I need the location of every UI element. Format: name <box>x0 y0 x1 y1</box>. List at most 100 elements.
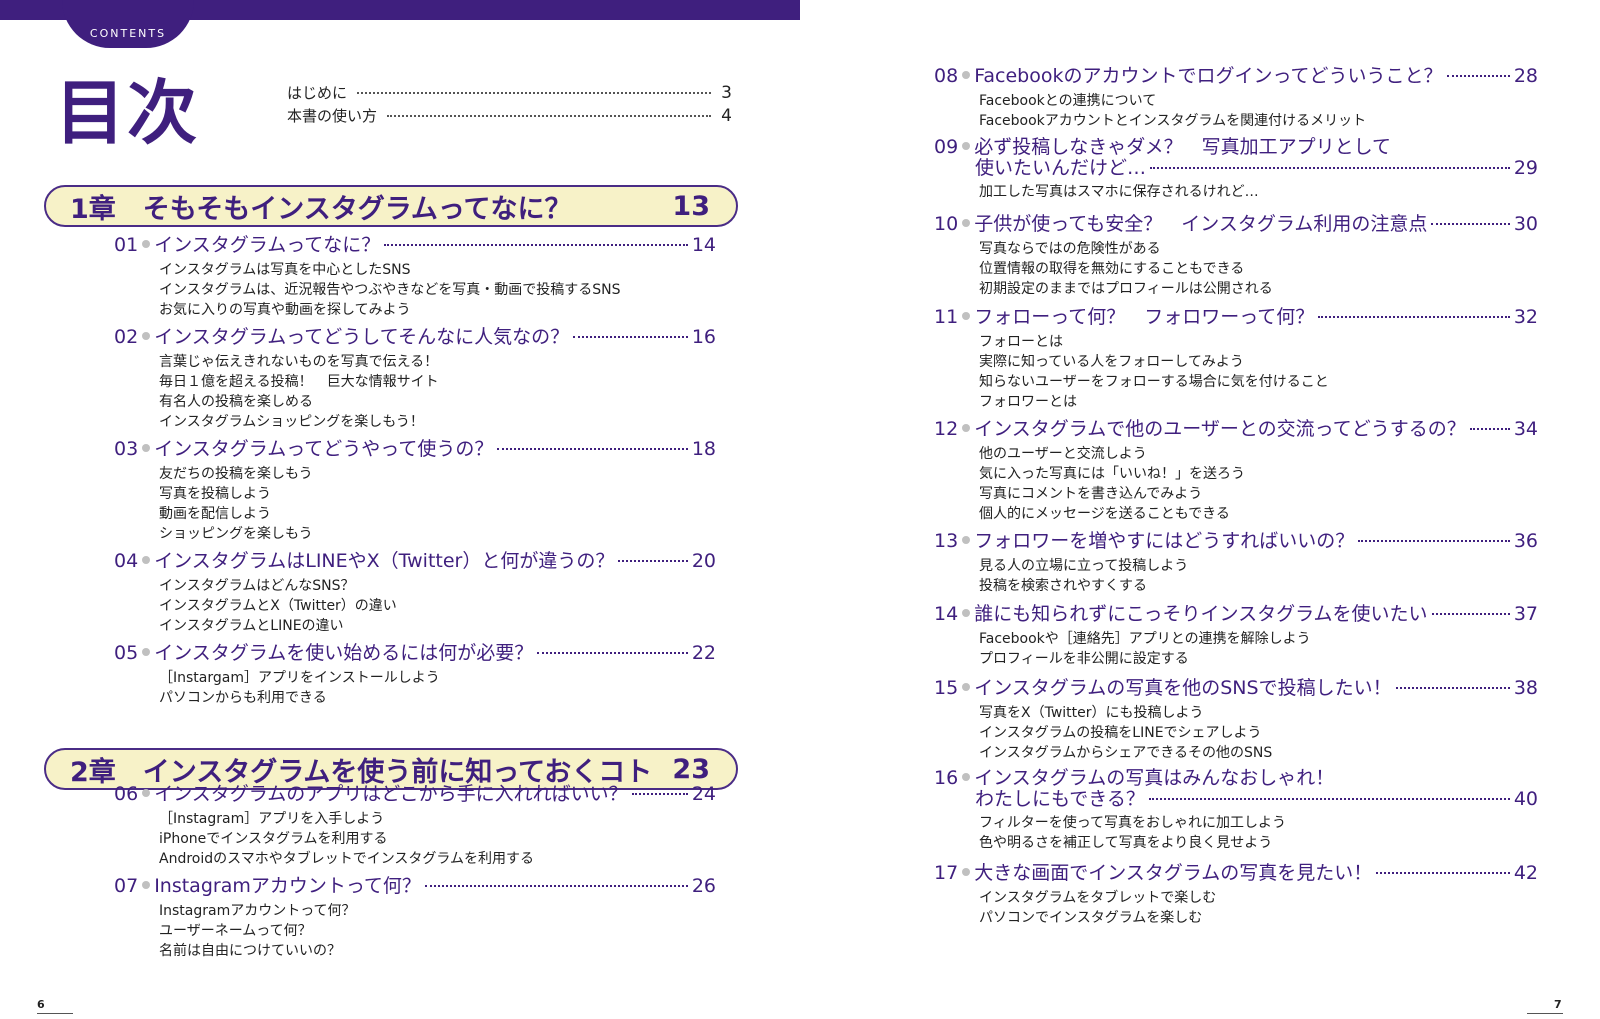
subtopic-item: Instagramアカウントって何？ <box>159 903 356 919</box>
section-title: フォローって何？ フォロワーって何？ <box>974 306 1315 328</box>
section-title: Facebookのアカウントでログインってどういうこと？ <box>974 65 1443 87</box>
subtopic-item: 有名人の投稿を楽しめる <box>159 394 313 410</box>
subtopic-item: 投稿を検索されやすくする <box>979 578 1147 594</box>
subtopic-item: インスタグラムからシェアできるその他のSNS <box>979 745 1273 761</box>
section-page: 20 <box>691 550 716 572</box>
bullet-icon <box>142 332 151 340</box>
section-page: 14 <box>691 234 716 256</box>
section-title: インスタグラムのアプリはどこから手に入れればいい？ <box>154 783 628 805</box>
section-number: 09 <box>934 136 959 158</box>
leader-dots <box>1431 223 1510 225</box>
section-number: 01 <box>114 234 139 256</box>
subtopic-item: ［Instargam］アプリをインストールしよう <box>159 670 440 686</box>
intro-page: 3 <box>721 83 732 103</box>
subtopic-item: 位置情報の取得を無効にすることもできる <box>979 261 1245 277</box>
leader-dots <box>1446 75 1510 77</box>
section-title: 必ず投稿しなきゃダメ？ 写真加工アプリとして <box>974 136 1392 158</box>
section-number: 11 <box>934 306 959 328</box>
subtopic-item: ユーザーネームって何？ <box>159 923 312 939</box>
section-heading: 04 インスタグラムはLINEやX（Twitter）と何が違うの？ 20 <box>114 549 716 573</box>
subtopic-item: 言葉じゃ伝えきれないものを写真で伝える！ <box>159 354 439 370</box>
subtopic-item: プロフィールを非公開に設定する <box>979 651 1189 667</box>
subtopic-list: 加工した写真はスマホに保存されるけれど… <box>934 182 1538 202</box>
subtopic-item: 写真ならではの危険性がある <box>979 241 1161 257</box>
bullet-icon <box>962 219 971 227</box>
toc-section: 07 Instagramアカウントって何？ 26 Instagramアカウントって何？… <box>114 874 716 961</box>
leader-dots <box>537 652 688 654</box>
subtopic-item: Androidのスマホやタブレットでインスタグラムを利用する <box>159 851 535 867</box>
intro-page: 4 <box>721 106 732 126</box>
subtopic-item: iPhoneでインスタグラムを利用する <box>159 831 388 847</box>
section-page: 42 <box>1513 862 1538 884</box>
section-page: 29 <box>1513 157 1538 179</box>
toc-section: 03 インスタグラムってどうやって使うの？ 18 友だちの投稿を楽しもう 写真を投稿しよ… <box>114 437 716 544</box>
section-heading-line2: わたしにもできる？ 40 <box>934 789 1538 810</box>
toc-section: 01 インスタグラムってなに？ 14 インスタグラムは写真を中心としたSNS インスタグ… <box>114 233 716 320</box>
section-title: フォロワーを増やすにはどうすればいいの？ <box>974 530 1355 552</box>
section-title: インスタグラムの写真はみんなおしゃれ！ <box>974 767 1335 789</box>
section-page: 34 <box>1513 418 1538 440</box>
section-page: 26 <box>691 875 716 897</box>
subtopic-item: Facebookとの連携について <box>979 93 1157 109</box>
section-title: インスタグラムを使い始めるには何が必要？ <box>154 642 534 664</box>
section-title: Instagramアカウントって何？ <box>154 875 421 897</box>
section-page: 22 <box>691 642 716 664</box>
leader-dots <box>573 336 688 338</box>
section-number: 13 <box>934 530 959 552</box>
subtopic-list: ［Instagram］アプリを入手しよう iPhoneでインスタグラムを利用する A… <box>114 809 716 869</box>
subtopic-list: ［Instargam］アプリをインストールしよう パソコンからも利用できる <box>114 668 716 708</box>
subtopic-item: インスタグラムの投稿をLINEでシェアしよう <box>979 725 1262 741</box>
section-page: 38 <box>1513 677 1538 699</box>
subtopic-item: 友だちの投稿を楽しもう <box>159 466 313 482</box>
section-title-line2: わたしにもできる？ <box>975 788 1145 810</box>
section-number: 02 <box>114 326 139 348</box>
subtopic-list: 言葉じゃ伝えきれないものを写真で伝える！ 毎日１億を超える投稿！ 巨大な情報サイト… <box>114 352 716 432</box>
section-number: 12 <box>934 418 959 440</box>
toc-section: 02 インスタグラムってどうしてそんなに人気なの？ 16 言葉じゃ伝えきれないものを写… <box>114 325 716 432</box>
section-title: 子供が使っても安全？ インスタグラム利用の注意点 <box>974 213 1428 235</box>
contents-tab <box>62 0 194 48</box>
subtopic-item: フィルターを使って写真をおしゃれに加工しよう <box>979 815 1287 831</box>
subtopic-item: 動画を配信しよう <box>159 506 271 522</box>
leader-dots <box>1395 687 1510 689</box>
subtopic-list: フォローとは 実際に知っている人をフォローしてみよう 知らないユーザーをフォローする… <box>934 332 1538 412</box>
section-page: 37 <box>1513 603 1538 625</box>
toc-section: 12 インスタグラムで他のユーザーとの交流ってどうするの？ 34 他のユーザーと交流し… <box>934 417 1538 524</box>
left-page-rule <box>37 1013 73 1014</box>
section-number: 07 <box>114 875 139 897</box>
section-title-line2: 使いたいんだけど… <box>975 157 1147 179</box>
intro-label: はじめに <box>287 84 348 102</box>
leader-dots <box>1318 316 1510 318</box>
toc-section: 11 フォローって何？ フォロワーって何？ 32 フォローとは 実際に知っている人をフォ… <box>934 305 1538 412</box>
subtopic-item: Facebookや［連絡先］アプリとの連携を解除しよう <box>979 631 1311 647</box>
subtopic-item: 加工した写真はスマホに保存されるけれど… <box>979 184 1259 200</box>
leader-dots <box>1469 428 1510 430</box>
section-title: インスタグラムで他のユーザーとの交流ってどうするの？ <box>974 418 1466 440</box>
section-page: 24 <box>691 783 716 805</box>
subtopic-item: 見る人の立場に立って投稿しよう <box>979 558 1189 574</box>
section-page: 28 <box>1513 65 1538 87</box>
section-heading: 05 インスタグラムを使い始めるには何が必要？ 22 <box>114 641 716 665</box>
leader-dots <box>1150 167 1510 169</box>
bullet-icon <box>142 444 151 452</box>
bullet-icon <box>142 881 151 889</box>
subtopic-list: Facebookや［連絡先］アプリとの連携を解除しよう プロフィールを非公開に設定… <box>934 629 1538 669</box>
bullet-icon <box>962 312 971 320</box>
subtopic-item: Facebookアカウントとインスタグラムを関連付けるメリット <box>979 113 1367 129</box>
subtopic-list: インスタグラムは写真を中心としたSNS インスタグラムは、近況報告やつぶやきなどを… <box>114 260 716 320</box>
subtopic-list: Facebookとの連携について Facebookアカウントとインスタグラムを関連… <box>934 91 1538 131</box>
section-number: 08 <box>934 65 959 87</box>
section-number: 10 <box>934 213 959 235</box>
subtopic-list: 見る人の立場に立って投稿しよう 投稿を検索されやすくする <box>934 556 1538 596</box>
subtopic-list: 写真をX（Twitter）にも投稿しよう インスタグラムの投稿をLINEでシェアし… <box>934 703 1538 763</box>
section-heading: 09 必ず投稿しなきゃダメ？ 写真加工アプリとして <box>934 137 1538 158</box>
left-page-number: 6 <box>37 998 45 1011</box>
section-number: 03 <box>114 438 139 460</box>
subtopic-list: 友だちの投稿を楽しもう 写真を投稿しよう 動画を配信しよう ショッピングを楽しもう <box>114 464 716 544</box>
subtopic-list: 他のユーザーと交流しよう 気に入った写真には「いいね！」を送ろう 写真にコメントを書… <box>934 444 1538 524</box>
section-number: 04 <box>114 550 139 572</box>
section-heading: 13 フォロワーを増やすにはどうすればいいの？ 36 <box>934 529 1538 553</box>
section-title: 大きな画面でインスタグラムの写真を見たい！ <box>974 862 1373 884</box>
bullet-icon <box>142 556 151 564</box>
leader-dots <box>1358 540 1510 542</box>
